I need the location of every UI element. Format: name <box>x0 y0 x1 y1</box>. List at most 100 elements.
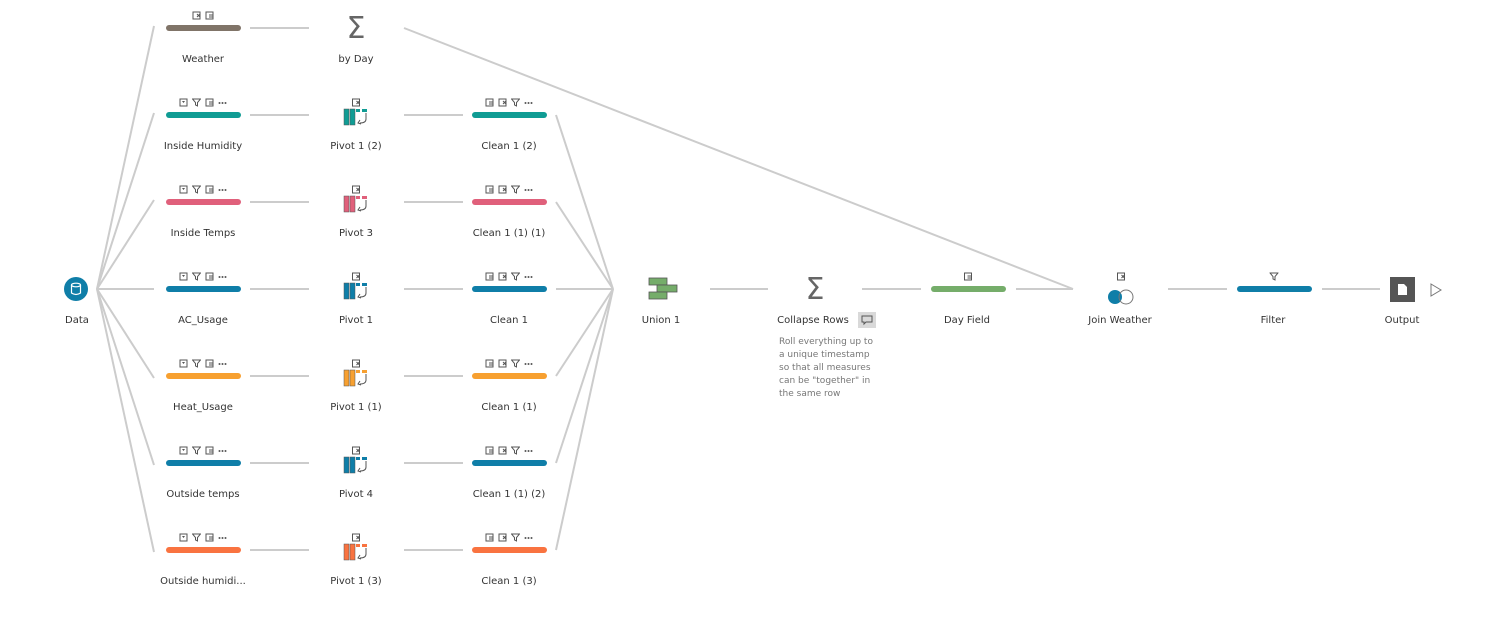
collapse-rows-label: Collapse Rows <box>777 315 849 326</box>
more-icon[interactable] <box>218 185 227 194</box>
filter-icon[interactable] <box>192 98 201 107</box>
data-source-node[interactable] <box>64 277 88 301</box>
more-icon[interactable] <box>218 272 227 281</box>
step2-label: Pivot 1 <box>338 315 374 326</box>
filter-icon[interactable] <box>192 446 201 455</box>
rename-icon[interactable] <box>205 359 214 368</box>
comment-button[interactable] <box>858 312 876 328</box>
clean-step-2[interactable] <box>472 199 547 205</box>
filter-icon[interactable] <box>192 533 201 542</box>
clean-icon[interactable] <box>179 446 188 455</box>
rename-icon[interactable] <box>205 446 214 455</box>
clean-toolbar <box>485 272 533 282</box>
remove-field-icon[interactable] <box>352 446 361 455</box>
remove-field-icon[interactable] <box>352 185 361 194</box>
remove-field-icon[interactable] <box>498 359 507 368</box>
union-icon[interactable] <box>648 277 678 300</box>
filter-step[interactable] <box>1237 286 1312 292</box>
pivot-icon[interactable] <box>343 369 367 387</box>
input-step-6[interactable] <box>166 547 241 553</box>
input-step-label: Inside Humidity <box>163 141 243 152</box>
pivot-icon[interactable] <box>343 108 367 126</box>
filter-icon[interactable] <box>192 272 201 281</box>
remove-field-icon[interactable] <box>498 446 507 455</box>
connector-line <box>555 114 614 290</box>
input-step-2[interactable] <box>166 199 241 205</box>
rename-icon[interactable] <box>485 98 494 107</box>
rename-icon[interactable] <box>205 185 214 194</box>
pivot-icon[interactable] <box>343 282 367 300</box>
step2-label: Pivot 1 (3) <box>330 576 382 587</box>
filter-icon[interactable] <box>511 98 520 107</box>
remove-field-icon[interactable] <box>352 272 361 281</box>
remove-field-icon[interactable] <box>352 533 361 542</box>
filter-icon[interactable] <box>192 359 201 368</box>
clean-step-3[interactable] <box>472 286 547 292</box>
aggregate-icon[interactable]: Σ <box>806 272 825 307</box>
more-icon[interactable] <box>218 98 227 107</box>
rename-icon[interactable] <box>205 11 214 20</box>
remove-field-icon[interactable] <box>352 359 361 368</box>
clean-step-4[interactable] <box>472 373 547 379</box>
rename-icon[interactable] <box>205 272 214 281</box>
remove-field-icon[interactable] <box>192 11 201 20</box>
input-step-3[interactable] <box>166 286 241 292</box>
rename-icon[interactable] <box>205 98 214 107</box>
filter-icon[interactable] <box>511 185 520 194</box>
pivot-toolbar <box>352 272 361 282</box>
join-icon[interactable] <box>1108 289 1134 305</box>
more-icon[interactable] <box>218 359 227 368</box>
remove-field-icon[interactable] <box>498 98 507 107</box>
filter-icon[interactable] <box>511 272 520 281</box>
rename-icon[interactable] <box>485 359 494 368</box>
clean-step-6[interactable] <box>472 547 547 553</box>
day-field-label: Day Field <box>943 315 990 326</box>
rename-icon[interactable] <box>205 533 214 542</box>
more-icon[interactable] <box>218 533 227 542</box>
more-icon[interactable] <box>524 446 533 455</box>
more-icon[interactable] <box>524 533 533 542</box>
input-step-0[interactable] <box>166 25 241 31</box>
filter-icon[interactable] <box>192 185 201 194</box>
clean-icon[interactable] <box>179 533 188 542</box>
filter-icon[interactable] <box>511 533 520 542</box>
clean-icon[interactable] <box>179 98 188 107</box>
filter-icon[interactable] <box>1269 272 1279 281</box>
input-step-4[interactable] <box>166 373 241 379</box>
more-icon[interactable] <box>524 98 533 107</box>
rename-icon[interactable] <box>485 272 494 281</box>
clean-icon[interactable] <box>179 272 188 281</box>
pivot-icon[interactable] <box>343 195 367 213</box>
connector-line <box>555 201 614 290</box>
rename-icon[interactable] <box>485 446 494 455</box>
remove-field-icon[interactable] <box>498 272 507 281</box>
more-icon[interactable] <box>524 272 533 281</box>
clean-icon[interactable] <box>179 359 188 368</box>
filter-icon[interactable] <box>511 359 520 368</box>
note-line: Roll everything up to <box>779 337 873 347</box>
run-flow-icon[interactable] <box>1430 283 1442 297</box>
remove-field-icon[interactable] <box>498 185 507 194</box>
clean-icon[interactable] <box>179 185 188 194</box>
more-icon[interactable] <box>218 446 227 455</box>
output-icon[interactable] <box>1390 277 1415 302</box>
clean-step-5[interactable] <box>472 460 547 466</box>
filter-icon[interactable] <box>511 446 520 455</box>
remove-field-icon[interactable] <box>498 533 507 542</box>
input-step-5[interactable] <box>166 460 241 466</box>
rename-icon[interactable] <box>485 185 494 194</box>
day-field-step[interactable] <box>931 286 1006 292</box>
input-step-label: AC_Usage <box>178 315 228 326</box>
pivot-icon[interactable] <box>343 456 367 474</box>
pivot-icon[interactable] <box>343 543 367 561</box>
more-icon[interactable] <box>524 359 533 368</box>
rename-icon[interactable] <box>485 533 494 542</box>
input-toolbar <box>179 446 227 456</box>
aggregate-icon[interactable]: Σ <box>347 11 366 46</box>
rename-icon[interactable] <box>964 272 973 281</box>
remove-field-icon[interactable] <box>352 98 361 107</box>
input-step-1[interactable] <box>166 112 241 118</box>
more-icon[interactable] <box>524 185 533 194</box>
remove-field-icon[interactable] <box>1117 272 1126 281</box>
clean-step-1[interactable] <box>472 112 547 118</box>
